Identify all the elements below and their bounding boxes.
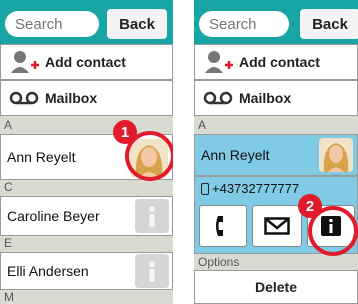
- call-button[interactable]: [199, 205, 247, 247]
- mobile-phone-icon: [201, 182, 209, 195]
- contact-name: Ann Reyelt: [201, 147, 270, 163]
- contact-name: Ann Reyelt: [7, 149, 76, 165]
- contact-name: Elli Andersen: [7, 263, 89, 279]
- search-bar: Back: [0, 0, 173, 44]
- section-header-a: A: [4, 118, 13, 132]
- section-header-a: A: [198, 118, 207, 132]
- step-badge: 2: [298, 194, 322, 218]
- step-badge: 1: [113, 120, 137, 144]
- options-header: Options: [198, 255, 240, 269]
- avatar-placeholder-icon: [135, 254, 169, 288]
- mailbox-row[interactable]: Mailbox: [194, 80, 358, 116]
- mailbox-label: Mailbox: [239, 90, 292, 106]
- contacts-panel-step-1: Back Add contact Mailbox A Ann Reyelt: [0, 0, 173, 304]
- search-bar: Back: [194, 0, 358, 44]
- back-button[interactable]: Back: [300, 9, 358, 39]
- delete-button[interactable]: Delete: [194, 270, 358, 304]
- phone-icon: [216, 216, 223, 236]
- phone-number[interactable]: +43732777777: [212, 181, 299, 196]
- add-contact-label: Add contact: [45, 54, 126, 70]
- add-contact-icon: [203, 49, 233, 75]
- contacts-panel-step-2: Back Add contact Mailbox A Ann Reyelt: [194, 0, 358, 304]
- add-contact-icon: [9, 49, 39, 75]
- back-button[interactable]: Back: [107, 9, 167, 39]
- section-header-m: M: [4, 290, 14, 304]
- section-header-c: C: [4, 180, 13, 194]
- mailbox-row[interactable]: Mailbox: [0, 80, 173, 116]
- search-input[interactable]: [199, 11, 289, 37]
- search-input[interactable]: [5, 11, 99, 37]
- message-button[interactable]: [252, 205, 302, 247]
- section-header-e: E: [4, 236, 13, 250]
- contact-name: Caroline Beyer: [7, 208, 100, 224]
- avatar-photo[interactable]: [319, 138, 353, 172]
- add-contact-row[interactable]: Add contact: [194, 44, 358, 80]
- mail-icon: [264, 217, 290, 235]
- delete-label: Delete: [254, 279, 298, 295]
- add-contact-label: Add contact: [239, 54, 320, 70]
- mailbox-label: Mailbox: [45, 90, 98, 106]
- avatar-placeholder-icon: [135, 199, 169, 233]
- add-contact-row[interactable]: Add contact: [0, 44, 173, 80]
- voicemail-icon: [9, 91, 39, 105]
- contact-row-ann-reyelt[interactable]: Ann Reyelt: [194, 134, 358, 176]
- voicemail-icon: [203, 91, 233, 105]
